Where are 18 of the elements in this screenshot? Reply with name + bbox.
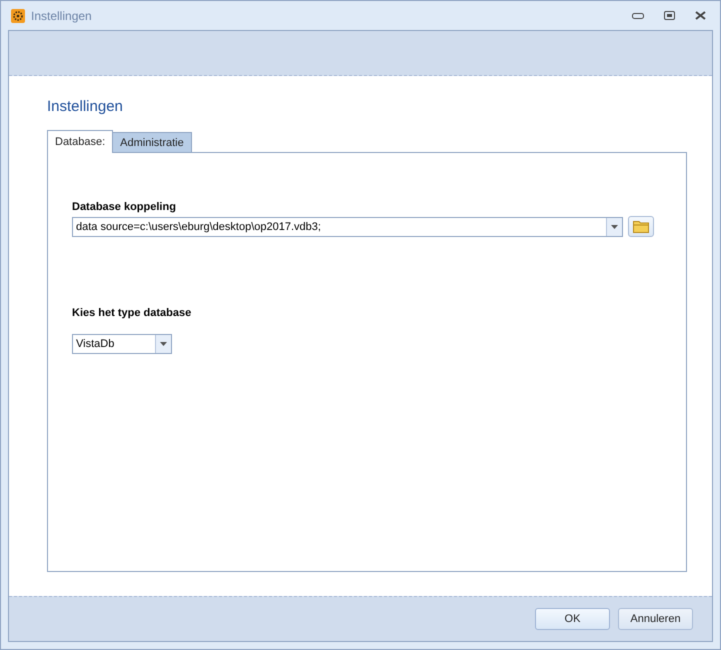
folder-icon [633,220,649,233]
field-label: Kies het type database [72,307,192,319]
tab[interactable]: Administratie [112,132,192,152]
tab[interactable]: Database: [47,130,114,153]
app-icon [11,8,25,22]
dialog-button[interactable]: OK [535,608,610,630]
combo-box[interactable]: VistaDb [72,334,172,354]
close-icon[interactable] [695,11,706,20]
window-title: Instellingen [31,8,92,22]
dropdown-arrow-icon [611,224,618,228]
page-heading: Instellingen [47,98,124,115]
dialog-button[interactable]: Annuleren [618,608,693,630]
maximize-icon[interactable] [664,11,675,20]
browse-button[interactable] [628,216,654,237]
dropdown-arrow-icon [160,342,167,346]
combo-box[interactable]: data source=c:\users\eburg\desktop\op2017.vdb3; [72,216,623,236]
field-label: Database koppeling [72,201,177,213]
minimize-icon[interactable] [632,12,644,18]
